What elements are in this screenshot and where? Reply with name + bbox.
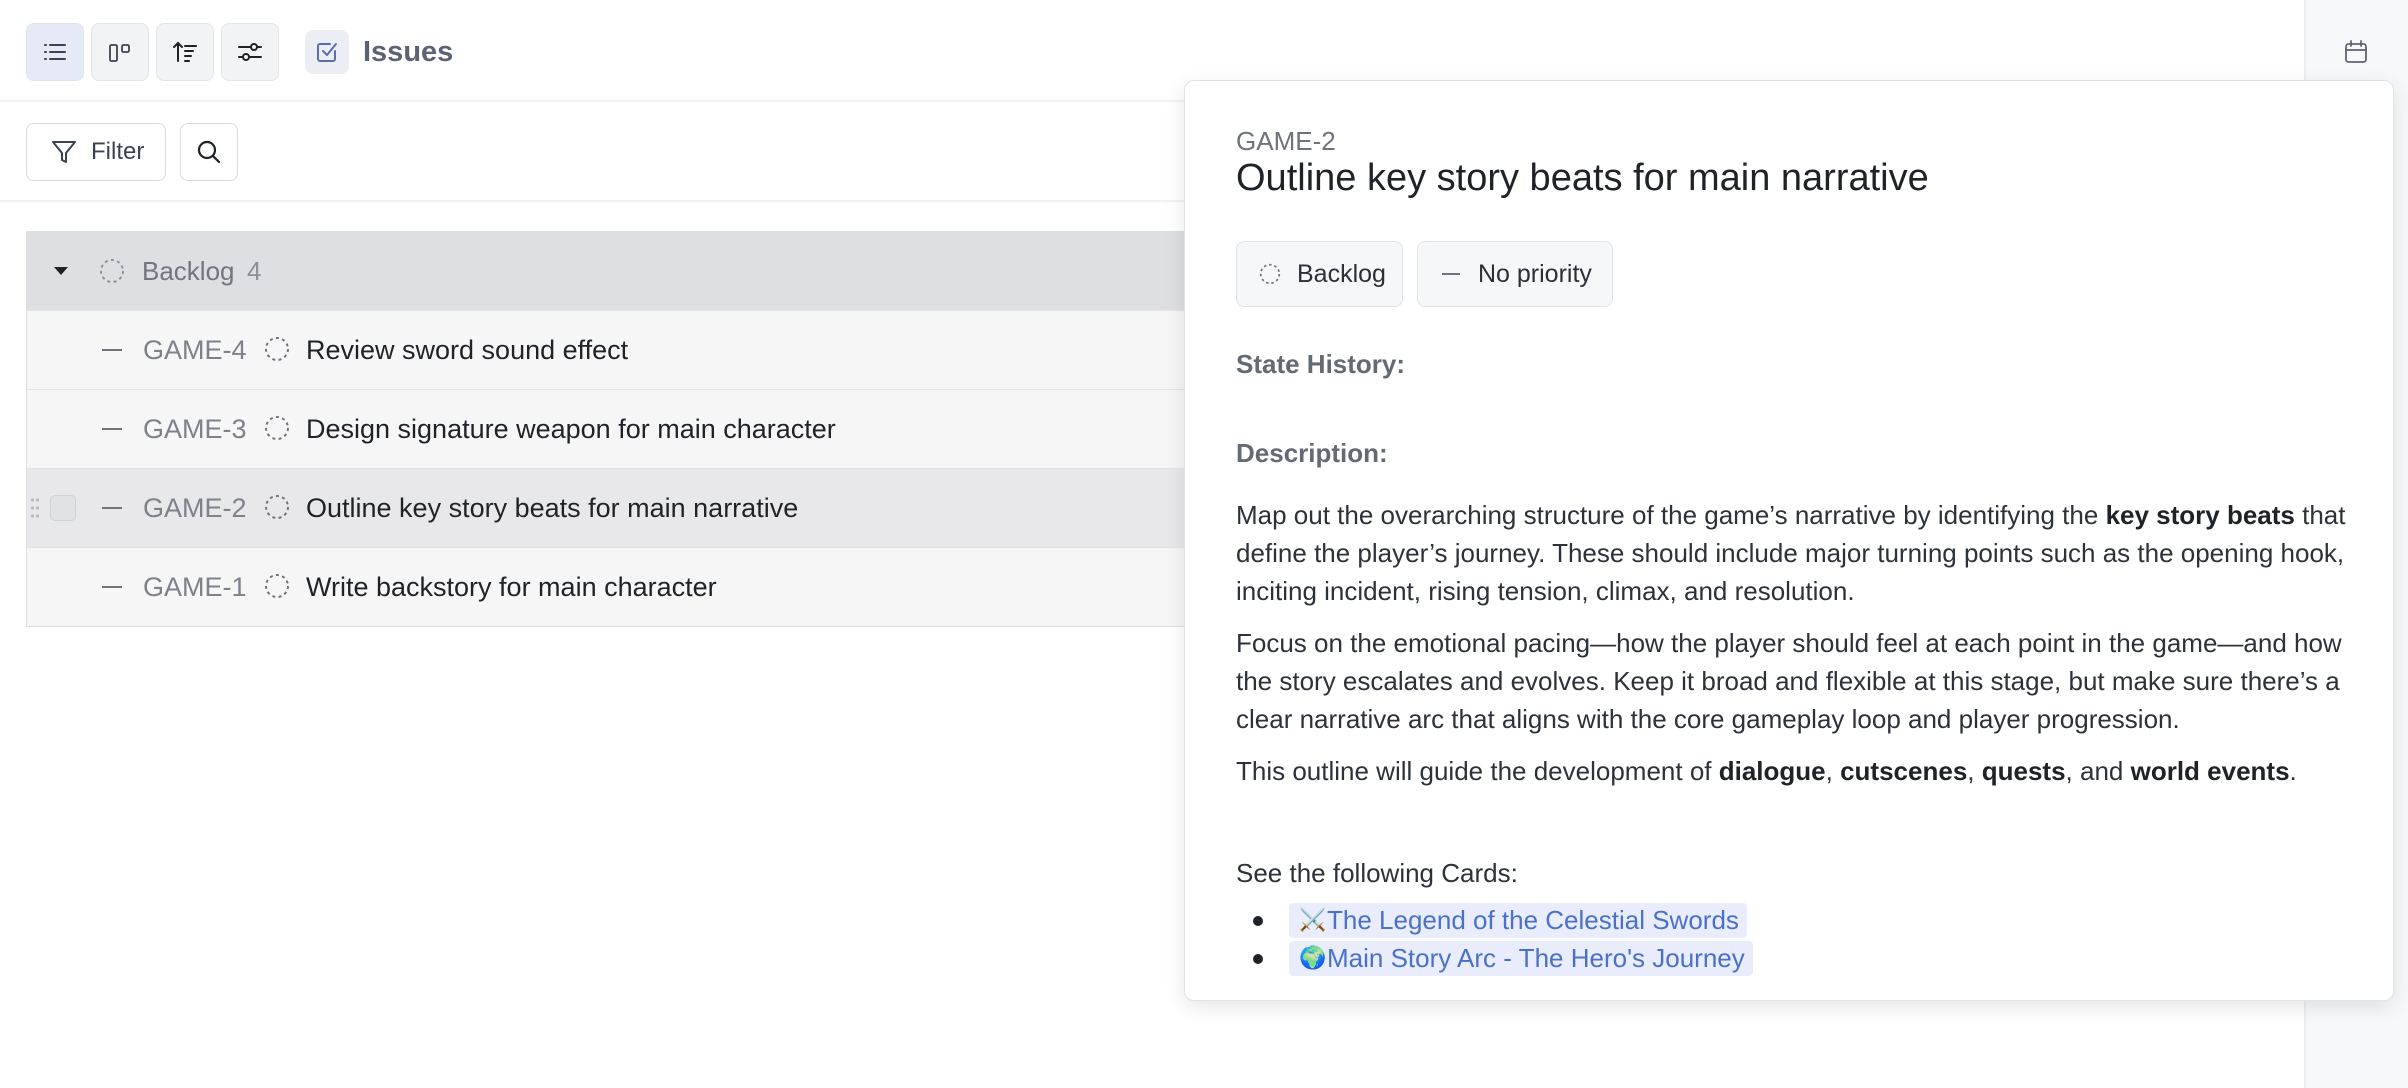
drag-handle-icon[interactable] <box>30 497 40 519</box>
issue-title: Design signature weapon for main charact… <box>306 414 836 444</box>
card-link[interactable]: ⚔️ The Legend of the Celestial Swords <box>1289 902 1747 938</box>
issue-row[interactable]: GAME-1 Write backstory for main characte… <box>27 547 1226 626</box>
filter-label: Filter <box>91 138 145 165</box>
card-link[interactable]: 🌍 Main Story Arc - The Hero's Journey <box>1289 940 1753 976</box>
issue-row[interactable]: GAME-4 Review sword sound effect <box>27 310 1226 389</box>
issue-key: GAME-2 <box>143 493 247 523</box>
issue-key: GAME-1 <box>143 572 247 602</box>
page-title: Issues <box>305 30 453 74</box>
issue-row[interactable]: GAME-3 Design signature weapon for main … <box>27 389 1226 468</box>
list-item: 🌍 Main Story Arc - The Hero's Journey <box>1236 939 1753 977</box>
search-icon <box>197 140 221 164</box>
calendar-icon[interactable] <box>2342 38 2370 66</box>
no-priority-icon <box>102 349 122 351</box>
page-title-text: Issues <box>363 35 454 68</box>
issue-title: Write backstory for main character <box>306 572 717 602</box>
board-icon <box>109 44 130 62</box>
priority-chip[interactable]: No priority <box>1417 241 1613 307</box>
no-priority-icon <box>102 507 122 509</box>
backlog-status-icon[interactable] <box>264 573 290 599</box>
filter-button[interactable]: Filter <box>26 123 166 181</box>
description-paragraph: Focus on the emotional pacing—how the pl… <box>1236 628 2342 734</box>
swords-icon: ⚔️ <box>1299 906 1327 932</box>
no-priority-icon <box>1440 263 1462 285</box>
description-paragraph: This outline will guide the development … <box>1236 756 2297 786</box>
group-header-backlog[interactable]: Backlog 4 <box>27 232 1226 310</box>
search-button[interactable] <box>180 123 238 181</box>
list-view-button[interactable] <box>26 23 84 81</box>
globe-icon: 🌍 <box>1299 944 1327 970</box>
issue-title: Outline key story beats for main narrati… <box>306 493 799 523</box>
cards-label: See the following Cards: <box>1236 858 1518 888</box>
issue-key: GAME-3 <box>143 414 247 444</box>
backlog-status-icon[interactable] <box>264 336 290 362</box>
checkbox-icon <box>305 30 349 74</box>
sort-button[interactable] <box>156 23 214 81</box>
status-chip[interactable]: Backlog <box>1236 241 1403 307</box>
sliders-icon <box>238 43 262 61</box>
row-checkbox[interactable] <box>50 495 76 521</box>
state-history-label: State History: <box>1236 349 1406 379</box>
detail-issue-title[interactable]: Outline key story beats for main narrati… <box>1236 157 1929 200</box>
description-label: Description: <box>1236 438 1388 468</box>
issue-title: Review sword sound effect <box>306 335 629 365</box>
no-priority-icon <box>102 428 122 430</box>
backlog-status-icon[interactable] <box>264 415 290 441</box>
settings-button[interactable] <box>221 23 279 81</box>
backlog-status-icon <box>100 259 124 283</box>
list-item: ⚔️ The Legend of the Celestial Swords <box>1236 901 1753 939</box>
issue-list: Backlog 4 GAME-4 Review sword sound effe… <box>26 231 1226 627</box>
issue-detail-panel: GAME-2 Outline key story beats for main … <box>1184 80 2394 1001</box>
card-links-list: ⚔️ The Legend of the Celestial Swords 🌍 Ma… <box>1236 901 1753 977</box>
board-view-button[interactable] <box>91 23 149 81</box>
priority-chip-label: No priority <box>1478 259 1592 288</box>
description-body[interactable]: Map out the overarching structure of the… <box>1236 496 2356 804</box>
list-icon <box>44 44 66 60</box>
chevron-down-icon[interactable] <box>54 267 68 275</box>
status-chip-label: Backlog <box>1297 259 1386 288</box>
issue-key: GAME-4 <box>143 335 247 365</box>
sort-icon <box>173 41 197 62</box>
description-paragraph: Map out the overarching structure of the… <box>1236 500 2346 606</box>
filter-icon <box>52 141 76 163</box>
backlog-status-icon[interactable] <box>264 494 290 520</box>
group-count: 4 <box>247 256 262 286</box>
no-priority-icon <box>102 586 122 588</box>
backlog-status-icon <box>1259 263 1281 285</box>
issue-row-selected[interactable]: GAME-2 Outline key story beats for main … <box>27 468 1226 547</box>
detail-issue-key: GAME-2 <box>1236 126 1336 156</box>
group-label: Backlog <box>142 256 235 286</box>
